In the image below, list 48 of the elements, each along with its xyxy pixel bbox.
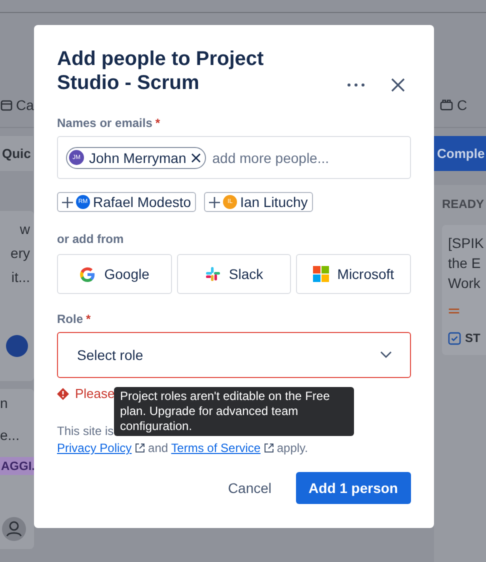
error-icon bbox=[57, 388, 69, 400]
plus-icon bbox=[62, 196, 73, 208]
story-icon bbox=[448, 332, 461, 344]
cancel-button[interactable]: Cancel bbox=[214, 472, 286, 504]
tab-label[interactable]: Ca bbox=[16, 97, 34, 113]
card-text: it... bbox=[11, 268, 30, 287]
person-icon bbox=[2, 517, 26, 541]
chevron-down-icon bbox=[380, 351, 392, 359]
epic-tag: AGGI. bbox=[0, 457, 36, 475]
field-label: Role bbox=[57, 312, 84, 326]
remove-icon[interactable] bbox=[191, 152, 202, 162]
card-text: n bbox=[0, 394, 8, 413]
terms-link[interactable]: Terms of Service bbox=[171, 441, 274, 455]
avatar-icon bbox=[6, 335, 28, 357]
error-message: Please bbox=[75, 386, 115, 401]
provider-button[interactable]: Microsoft bbox=[296, 254, 412, 294]
dialog-title: Add people to Project Studio - Scrum bbox=[57, 47, 265, 95]
field-label: Names or emails bbox=[57, 116, 152, 130]
card-text: ery bbox=[10, 244, 30, 263]
add-button[interactable]: Add 1 person bbox=[296, 472, 411, 504]
tab-label[interactable]: C bbox=[457, 97, 468, 113]
provider-button[interactable]: Google bbox=[57, 254, 172, 294]
calendar-icon bbox=[0, 99, 13, 111]
tooltip: Project roles aren't editable on the Free plan. Upgrade for advanced team configuration. bbox=[114, 387, 354, 436]
column-header: READY bbox=[442, 197, 486, 211]
complete-button[interactable]: Comple bbox=[434, 136, 486, 171]
priority-icon bbox=[448, 307, 460, 315]
section-label: or add from bbox=[57, 232, 124, 246]
provider-button[interactable]: Slack bbox=[176, 254, 292, 294]
card-text: the E bbox=[448, 254, 482, 273]
slack-logo bbox=[204, 266, 221, 282]
issue-key: ST bbox=[465, 331, 480, 345]
required-mark: * bbox=[155, 116, 160, 130]
card-text: w bbox=[20, 220, 30, 239]
plus-icon bbox=[209, 196, 220, 208]
card-text: Work bbox=[448, 274, 482, 293]
chip-label: John Merryman bbox=[89, 150, 186, 166]
card-text: e... bbox=[0, 426, 20, 445]
card-text: [SPIK bbox=[448, 234, 485, 253]
external-link-icon bbox=[264, 443, 274, 453]
board-icon bbox=[440, 99, 453, 111]
quick-filter-button[interactable]: Quic bbox=[0, 136, 33, 171]
external-link-icon bbox=[134, 443, 145, 453]
role-select[interactable]: Select role bbox=[57, 332, 411, 378]
google-logo bbox=[79, 266, 96, 282]
microsoft-logo bbox=[313, 266, 330, 282]
privacy-link[interactable]: Privacy Policy bbox=[57, 441, 145, 455]
required-mark: * bbox=[86, 312, 91, 326]
